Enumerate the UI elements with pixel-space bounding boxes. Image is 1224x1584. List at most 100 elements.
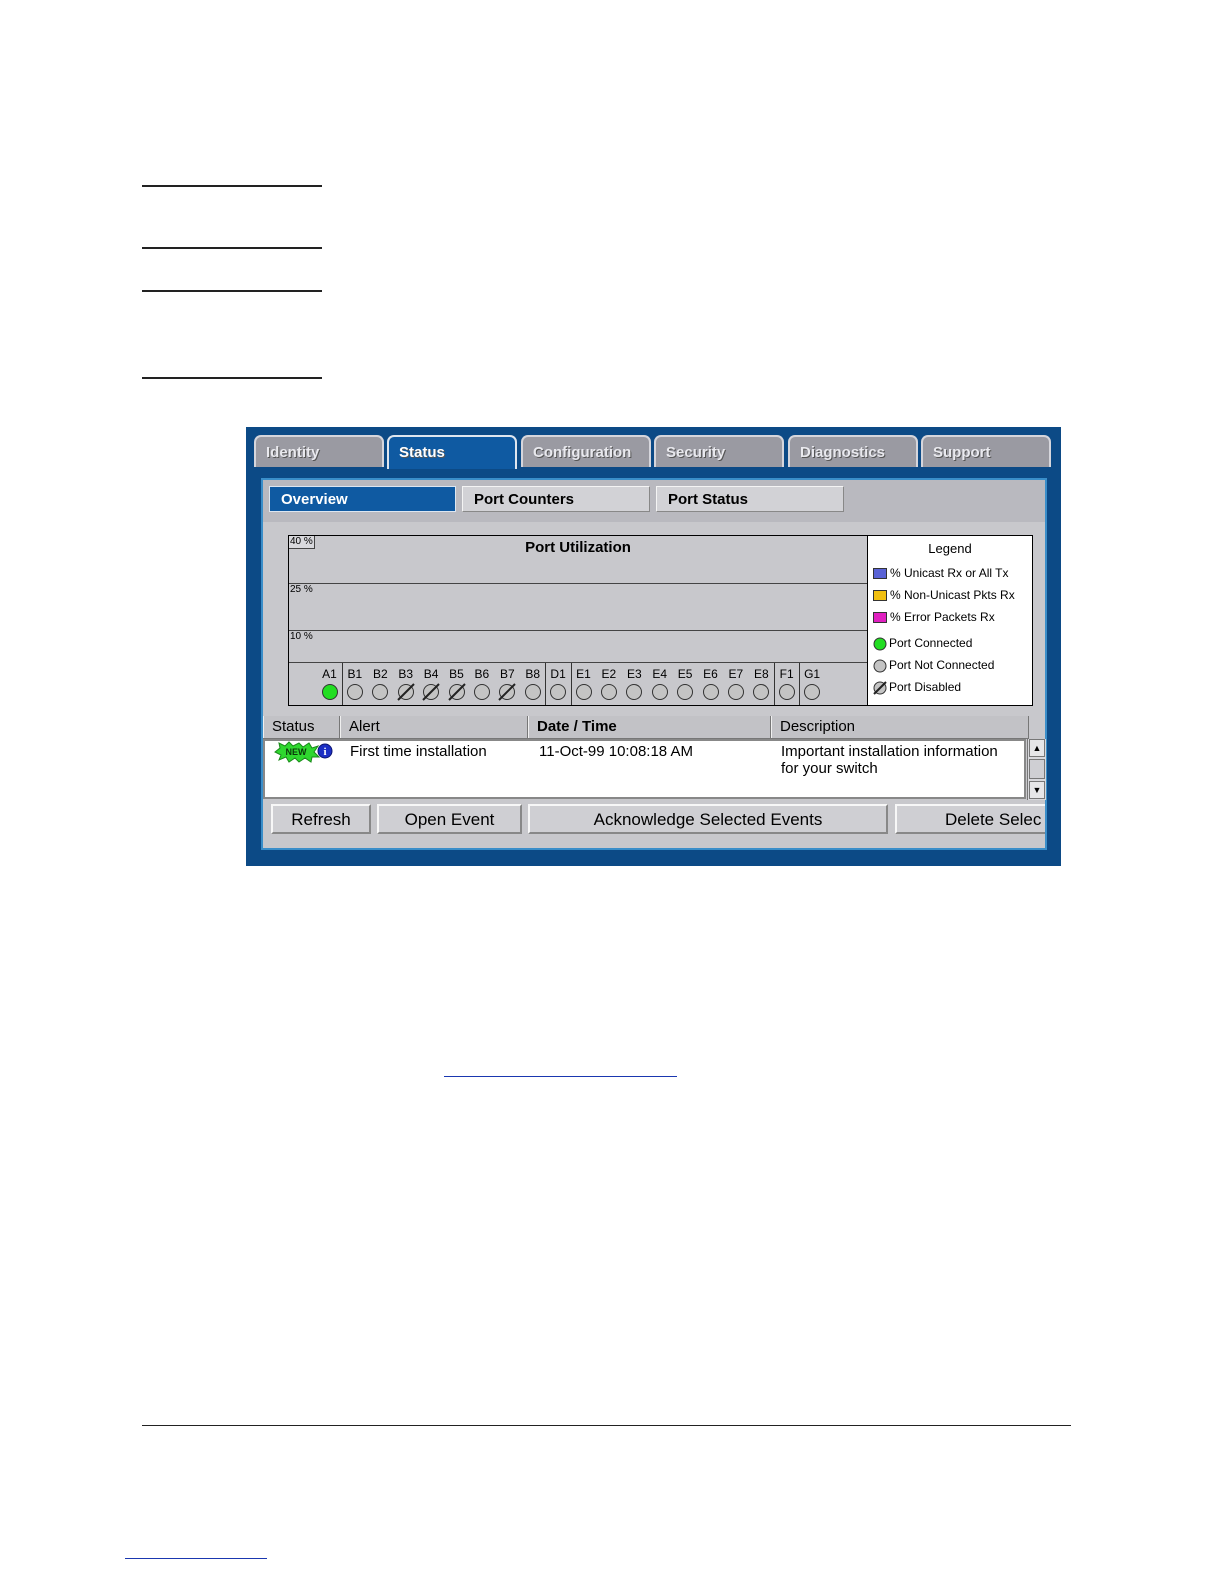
port-disabled-icon <box>873 681 887 695</box>
port-f1[interactable]: F1 <box>774 663 799 705</box>
unicast-swatch <box>873 568 887 580</box>
link-underline[interactable] <box>125 1558 267 1559</box>
scroll-down-button[interactable]: ▼ <box>1029 781 1045 799</box>
port-e4[interactable]: E4 <box>647 663 672 705</box>
port-not-connected-icon <box>600 684 617 700</box>
port-g1[interactable]: G1 <box>800 663 825 705</box>
error-swatch <box>873 612 887 624</box>
port-e3[interactable]: E3 <box>622 663 647 705</box>
divider-line <box>142 290 322 292</box>
description-cell: Important installation information for y… <box>781 743 998 777</box>
tab-diagnostics[interactable]: Diagnostics <box>788 435 918 467</box>
port-label: F1 <box>779 667 794 681</box>
port-disabled-icon <box>447 683 466 701</box>
port-b5[interactable]: B5 <box>444 663 469 705</box>
level-label: 10 % <box>290 631 313 642</box>
status-panel: Overview Port Counters Port Status 40 % … <box>261 478 1047 850</box>
port-disabled-icon <box>422 683 440 701</box>
legend-label: % Unicast Rx or All Tx <box>890 566 1009 580</box>
level-label: 25 % <box>290 584 313 595</box>
alert-log-scrollbar[interactable]: ▲ ▼ <box>1027 739 1046 800</box>
port-label: D1 <box>550 667 566 681</box>
port-label: E1 <box>576 667 591 681</box>
port-not-connected-icon <box>778 684 795 700</box>
alert-log-body: NEW i First time installation 11-Oct-99 … <box>263 739 1026 799</box>
open-event-button[interactable]: Open Event <box>377 804 522 834</box>
new-badge-text: NEW <box>286 747 308 757</box>
port-e2[interactable]: E2 <box>596 663 621 705</box>
port-b7[interactable]: B7 <box>495 663 520 705</box>
port-not-connected-icon <box>804 684 821 700</box>
port-label: B5 <box>449 667 464 681</box>
port-label: E8 <box>753 667 769 681</box>
link-underline[interactable] <box>444 1076 677 1077</box>
legend-item-non-unicast: % Non-Unicast Pkts Rx <box>873 588 1015 602</box>
column-header-alert[interactable]: Alert <box>340 716 528 738</box>
port-a1[interactable]: A1 <box>317 663 342 705</box>
port-e1[interactable]: E1 <box>571 663 596 705</box>
footer-rule <box>142 1425 1071 1426</box>
description-line: Important installation information <box>781 743 998 760</box>
port-e7[interactable]: E7 <box>723 663 748 705</box>
port-not-connected-icon <box>873 659 887 673</box>
scroll-thumb[interactable] <box>1029 759 1045 779</box>
refresh-button[interactable]: Refresh <box>271 804 371 834</box>
tab-status[interactable]: Status <box>387 435 517 469</box>
divider-line <box>142 377 322 379</box>
port-label: E3 <box>626 667 642 681</box>
subtab-port-status[interactable]: Port Status <box>656 486 844 512</box>
port-b2[interactable]: B2 <box>368 663 393 705</box>
port-e6[interactable]: E6 <box>698 663 723 705</box>
column-header-status[interactable]: Status <box>263 716 340 738</box>
port-e8[interactable]: E8 <box>749 663 774 705</box>
tab-identity[interactable]: Identity <box>254 435 384 467</box>
subtab-port-counters[interactable]: Port Counters <box>462 486 650 512</box>
port-b6[interactable]: B6 <box>469 663 494 705</box>
port-d1[interactable]: D1 <box>546 663 571 705</box>
legend-port-disabled: Port Disabled <box>873 680 961 695</box>
port-not-connected-icon <box>651 684 668 700</box>
scroll-up-button[interactable]: ▲ <box>1029 739 1045 757</box>
level-band-25: 25 % <box>289 584 867 631</box>
port-e5[interactable]: E5 <box>673 663 698 705</box>
port-label: G1 <box>804 667 821 681</box>
port-not-connected-icon <box>677 684 694 700</box>
legend-port-not-connected: Port Not Connected <box>873 658 994 673</box>
port-utilization-chart: 40 % 25 % 10 % Port Utilization A1 B1 B2 B3… <box>288 535 868 706</box>
alert-cell: First time installation <box>350 743 487 760</box>
port-not-connected-icon <box>702 684 719 700</box>
main-tabs: Identity Status Configuration Security D… <box>254 435 1054 469</box>
port-label: A1 <box>322 667 337 681</box>
port-row: A1 B1 B2 B3 B4 B5 B6 B7 B8 D1 E1 E2 E3 E4 E5 E6 E7 E8 F1 G1 <box>289 663 867 705</box>
web-agent-screenshot: Identity Status Configuration Security D… <box>246 427 1061 866</box>
acknowledge-selected-events-button[interactable]: Acknowledge Selected Events <box>528 804 888 834</box>
chart-title: Port Utilization <box>525 539 631 556</box>
delete-selected-button[interactable]: Delete Selec <box>895 804 1045 834</box>
status-cell: NEW i <box>271 741 333 767</box>
tab-configuration[interactable]: Configuration <box>521 435 651 467</box>
column-header-description[interactable]: Description <box>771 716 1029 738</box>
column-header-datetime[interactable]: Date / Time <box>528 716 771 738</box>
level-band-10: 10 % <box>289 631 867 663</box>
divider-line <box>142 185 322 187</box>
alert-log-header: Status Alert Date / Time Description <box>263 716 1029 739</box>
port-b1[interactable]: B1 <box>342 663 367 705</box>
port-b3[interactable]: B3 <box>393 663 418 705</box>
port-b4[interactable]: B4 <box>419 663 444 705</box>
tab-support[interactable]: Support <box>921 435 1051 467</box>
port-not-connected-icon <box>575 684 592 700</box>
alert-log: Status Alert Date / Time Description NEW… <box>263 716 1046 800</box>
port-label: B6 <box>474 667 490 681</box>
port-label: B4 <box>423 667 439 681</box>
legend-port-connected: Port Connected <box>873 636 972 651</box>
legend: Legend % Unicast Rx or All Tx % Non-Unic… <box>868 535 1033 706</box>
port-not-connected-icon <box>524 684 541 700</box>
tab-security[interactable]: Security <box>654 435 784 467</box>
port-b8[interactable]: B8 <box>520 663 545 705</box>
port-label: E6 <box>703 667 718 681</box>
subtab-overview[interactable]: Overview <box>269 486 456 512</box>
port-not-connected-icon <box>727 684 744 700</box>
port-not-connected-icon <box>372 684 389 700</box>
new-badge-icon: NEW i <box>274 741 333 763</box>
port-label: B3 <box>398 667 414 681</box>
